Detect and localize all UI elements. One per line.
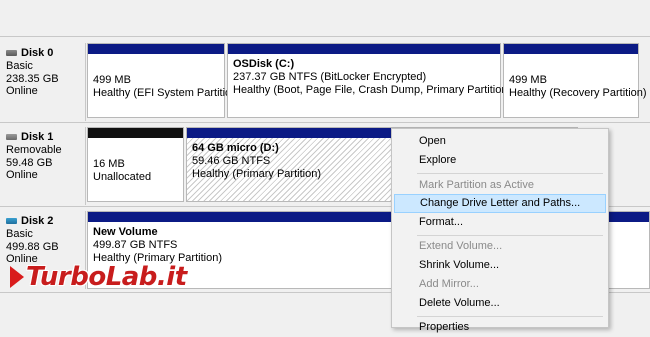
partition-recovery[interactable]: 499 MB Healthy (Recovery Partition) bbox=[503, 43, 647, 118]
partition-bar bbox=[228, 44, 500, 54]
menu-item-open[interactable]: Open bbox=[394, 132, 606, 151]
disk-size: 238.35 GB bbox=[6, 72, 59, 85]
menu-item-add-mirror[interactable]: Add Mirror... bbox=[394, 275, 606, 294]
partition-osdisk[interactable]: OSDisk (C:) 237.37 GB NTFS (BitLocker En… bbox=[227, 43, 511, 118]
partition-size: 499.87 GB NTFS bbox=[93, 239, 178, 251]
disk-type: Removable bbox=[6, 144, 62, 156]
partition-size: 499 MB bbox=[93, 74, 131, 86]
disk-status: Online bbox=[6, 85, 38, 97]
logo-arrow-icon bbox=[10, 266, 24, 288]
disk-type: Basic bbox=[6, 228, 33, 240]
disk-type: Basic bbox=[6, 60, 33, 72]
disk-size: 499.88 GB bbox=[6, 240, 59, 253]
menu-item-delete-volume[interactable]: Delete Volume... bbox=[394, 294, 606, 313]
disk-name: Disk 1 bbox=[21, 131, 54, 143]
partition-unallocated[interactable]: 16 MB Unallocated bbox=[87, 127, 184, 202]
partition-size: 59.46 GB NTFS bbox=[192, 155, 271, 167]
disk-status: Online bbox=[6, 169, 38, 181]
menu-item-shrink-volume[interactable]: Shrink Volume... bbox=[394, 256, 606, 275]
row-divider bbox=[0, 122, 650, 123]
disk-name: Disk 0 bbox=[21, 47, 54, 59]
partition-title: New Volume bbox=[93, 226, 158, 238]
partition-size: 237.37 GB NTFS (BitLocker Encrypted) bbox=[233, 71, 427, 83]
partition-title: 64 GB micro (D:) bbox=[192, 142, 279, 154]
disk-info-0[interactable]: Disk 0 Basic 238.35 GB Online bbox=[0, 43, 86, 121]
menu-separator bbox=[417, 173, 603, 174]
partition-status: Healthy (Primary Partition) bbox=[192, 168, 321, 180]
disk-name: Disk 2 bbox=[21, 215, 54, 227]
menu-item-extend-volume[interactable]: Extend Volume... bbox=[394, 237, 606, 256]
partition-efi[interactable]: 499 MB Healthy (EFI System Partition bbox=[87, 43, 237, 118]
menu-separator bbox=[417, 316, 603, 317]
partition-size: 499 MB bbox=[509, 74, 547, 86]
partition-bar bbox=[504, 44, 638, 54]
partition-size: 16 MB bbox=[93, 158, 125, 170]
disk-icon bbox=[6, 218, 17, 224]
menu-item-mark-active[interactable]: Mark Partition as Active bbox=[394, 176, 606, 195]
hdd-icon bbox=[6, 50, 17, 56]
usb-drive-icon bbox=[6, 134, 17, 140]
menu-separator bbox=[417, 235, 603, 236]
partition-status: Unallocated bbox=[93, 171, 152, 183]
context-menu: Open Explore Mark Partition as Active Ch… bbox=[391, 128, 609, 333]
menu-item-explore[interactable]: Explore bbox=[394, 151, 606, 170]
partition-status: Healthy (Boot, Page File, Crash Dump, Pr… bbox=[233, 84, 512, 96]
partition-status: Healthy (EFI System Partition bbox=[93, 87, 238, 99]
menu-item-properties[interactable]: Properties bbox=[394, 318, 606, 337]
watermark-logo: TurboLab.it bbox=[10, 262, 187, 292]
watermark-text: TurboLab.it bbox=[26, 262, 187, 292]
partition-status: Healthy (Recovery Partition) bbox=[509, 87, 647, 99]
menu-item-change-drive-letter[interactable]: Change Drive Letter and Paths... bbox=[394, 194, 606, 213]
disk-size: 59.48 GB bbox=[6, 156, 53, 169]
disk-info-1[interactable]: Disk 1 Removable 59.48 GB Online bbox=[0, 127, 86, 205]
menu-item-format[interactable]: Format... bbox=[394, 213, 606, 232]
partition-bar bbox=[88, 44, 224, 54]
partition-title: OSDisk (C:) bbox=[233, 58, 295, 70]
top-divider bbox=[0, 36, 650, 37]
partition-bar bbox=[88, 128, 183, 138]
